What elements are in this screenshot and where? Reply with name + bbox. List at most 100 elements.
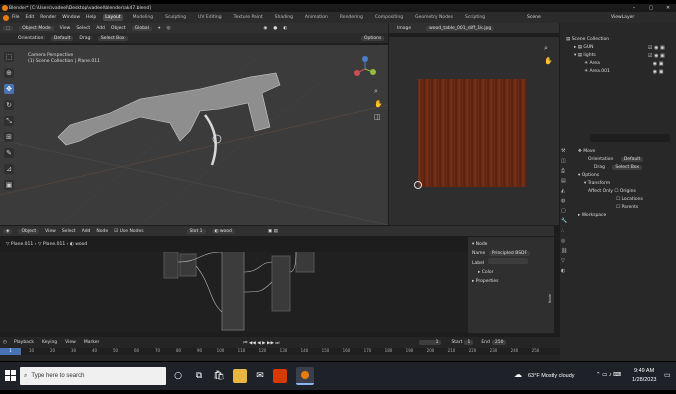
store-icon[interactable]: 🛍 — [212, 369, 226, 383]
physics-tab-icon[interactable]: ◎ — [561, 236, 570, 246]
node-menu-select[interactable]: Select — [62, 229, 76, 234]
modifier-tab-icon[interactable]: 🔧 — [561, 216, 570, 226]
timeline-ruler[interactable]: 1 10 20 30 40 50 60 70 80 90 100 110 120… — [0, 348, 560, 355]
shading-solid-icon[interactable]: ● — [273, 26, 277, 31]
view-layer-tab-icon[interactable]: ▤ — [561, 176, 570, 186]
orientation-dropdown[interactable]: Default — [50, 35, 74, 41]
blender-menu-icon[interactable] — [3, 14, 9, 21]
transform-icon[interactable]: ⊞ — [4, 132, 14, 142]
mail-icon[interactable]: ✉ — [253, 369, 267, 383]
add-cube-icon[interactable]: ▣ — [4, 180, 14, 190]
keying-menu[interactable]: Keying — [42, 340, 57, 345]
outliner-item-lights[interactable]: ▾ ▤ lights — [574, 53, 596, 58]
transform-orientation-dropdown[interactable]: Global — [131, 25, 152, 31]
eye-icon[interactable]: ◉ ▣ — [648, 60, 665, 68]
node-label-field[interactable] — [487, 258, 528, 264]
tab-animation[interactable]: Animation — [303, 14, 330, 21]
blender-taskbar-icon[interactable] — [296, 367, 314, 385]
data-tab-icon[interactable]: ▽ — [561, 256, 570, 266]
eye-icon[interactable]: ☑ ◉ ▣ — [648, 52, 665, 60]
proportional-edit-icon[interactable]: ◎ — [166, 26, 170, 31]
outliner-item-gun[interactable]: ▸ ▤ GUN — [574, 45, 594, 50]
weather-text[interactable]: 63°F Mostly cloudy — [528, 373, 575, 379]
parents-row[interactable]: ☐ Parents — [616, 204, 643, 212]
select-box-icon[interactable]: ⬚ — [4, 52, 14, 62]
output-tab-icon[interactable]: ⎙ — [561, 166, 570, 176]
viewport-menu-view[interactable]: View — [60, 26, 71, 31]
tab-rendering[interactable]: Rendering — [338, 14, 365, 21]
measure-icon[interactable]: ⊿ — [4, 164, 14, 174]
menu-edit[interactable]: Edit — [26, 15, 35, 20]
scale-icon[interactable]: ⤡ — [4, 116, 14, 126]
tab-texture-paint[interactable]: Texture Paint — [232, 14, 265, 21]
playback-menu[interactable]: Playback — [14, 340, 34, 345]
menu-render[interactable]: Render — [40, 15, 56, 20]
transform-section[interactable]: ▾ Transform — [584, 180, 643, 188]
tab-compositing[interactable]: Compositing — [373, 14, 405, 21]
options-dropdown[interactable]: Options — [361, 35, 385, 41]
editor-type-button[interactable]: ⬚ — [3, 25, 14, 31]
menu-window[interactable]: Window — [62, 15, 80, 20]
particles-tab-icon[interactable]: ∴ — [561, 226, 570, 236]
options-section[interactable]: ▾ Options — [578, 172, 643, 180]
maximize-button[interactable]: ▢ — [645, 4, 657, 12]
node-menu-node[interactable]: Node — [96, 229, 108, 234]
3d-viewport[interactable] — [0, 45, 388, 225]
annotate-icon[interactable]: ✎ — [4, 148, 14, 158]
outliner-item-area[interactable]: ☀ Area — [584, 61, 600, 66]
tab-shading[interactable]: Shading — [273, 14, 295, 21]
color-section[interactable]: ▸ Color — [478, 268, 546, 277]
image-file-dropdown[interactable]: wood_table_001_diff_1k.jpg — [426, 25, 495, 31]
scene-tab-icon[interactable]: ◭ — [561, 186, 570, 196]
node-menu-add[interactable]: Add — [82, 229, 91, 234]
node-editor-type-button[interactable]: ◈ — [3, 228, 13, 234]
notification-icon[interactable]: ▭ — [664, 371, 671, 379]
image-mode-dropdown[interactable]: Image — [397, 26, 411, 31]
timeline-editor-icon[interactable]: ◷ — [3, 340, 7, 345]
tab-sculpting[interactable]: Sculpting — [163, 14, 188, 21]
file-explorer-icon[interactable] — [233, 369, 247, 383]
tab-geometry-nodes[interactable]: Geometry Nodes — [413, 14, 455, 21]
sidebar-tab-node[interactable]: Node — [548, 294, 552, 303]
node-name-field[interactable]: Principled BSDF — [488, 251, 531, 256]
tool-tab-icon[interactable]: ⚒ — [561, 146, 570, 156]
current-frame-field[interactable]: 1 — [419, 340, 442, 345]
object-mode-dropdown[interactable]: Object Mode — [19, 25, 54, 31]
tab-layout[interactable]: Layout — [103, 14, 123, 21]
taskbar-search-input[interactable]: ⌕ Type here to search — [20, 367, 166, 385]
clock-date[interactable]: 1/28/2023 — [632, 377, 656, 383]
pan-hand-icon[interactable]: ✋ — [374, 100, 383, 108]
cortana-icon[interactable]: ○ — [171, 369, 185, 383]
image-zoom-icon[interactable]: ⌕ — [544, 44, 548, 53]
office-icon[interactable] — [273, 369, 287, 383]
outliner-item-area-001[interactable]: ☀ Area.001 — [584, 69, 610, 74]
playback-controls[interactable]: ⏮ ◀◀ ◀ ▶ ▶▶ ⏭ — [243, 340, 279, 346]
task-view-icon[interactable]: ⧉ — [192, 369, 206, 383]
tab-scripting[interactable]: Scripting — [463, 14, 487, 21]
eye-icon[interactable]: ◉ ▣ — [648, 68, 665, 76]
start-frame-field[interactable]: 1 — [464, 340, 474, 345]
prop-orientation-dropdown[interactable]: Default — [620, 157, 644, 162]
workspace-section[interactable]: ▸ Workspace — [578, 212, 643, 220]
constraints-tab-icon[interactable]: ⛓ — [561, 246, 570, 256]
minimize-button[interactable]: – — [628, 4, 640, 12]
prop-drag-dropdown[interactable]: Select Box — [612, 165, 643, 170]
node-section[interactable]: ▾ Node — [472, 240, 546, 249]
node-menu-view[interactable]: View — [45, 229, 56, 234]
properties-section[interactable]: ▸ Properties — [472, 277, 546, 286]
weather-icon[interactable]: ☁ — [514, 370, 522, 379]
navigation-gizmo[interactable] — [350, 56, 380, 82]
cursor-icon[interactable]: ⊕ — [4, 68, 14, 78]
tab-uv-editing[interactable]: UV Editing — [196, 14, 223, 21]
material-selector[interactable]: ◐ wood — [211, 228, 235, 234]
end-frame-field[interactable]: 250 — [491, 340, 507, 345]
timeline-view-menu[interactable]: View — [65, 340, 76, 345]
use-nodes-checkbox[interactable]: ☑ Use Nodes — [114, 229, 143, 234]
close-button[interactable]: ✕ — [662, 4, 674, 12]
clock-time[interactable]: 9:49 AM — [634, 368, 654, 374]
tab-modeling[interactable]: Modeling — [131, 14, 155, 21]
rotate-icon[interactable]: ↻ — [4, 100, 14, 110]
properties-search-input[interactable] — [590, 134, 670, 142]
zoom-icon[interactable]: ⌕ — [374, 87, 378, 96]
menu-help[interactable]: Help — [86, 15, 96, 20]
